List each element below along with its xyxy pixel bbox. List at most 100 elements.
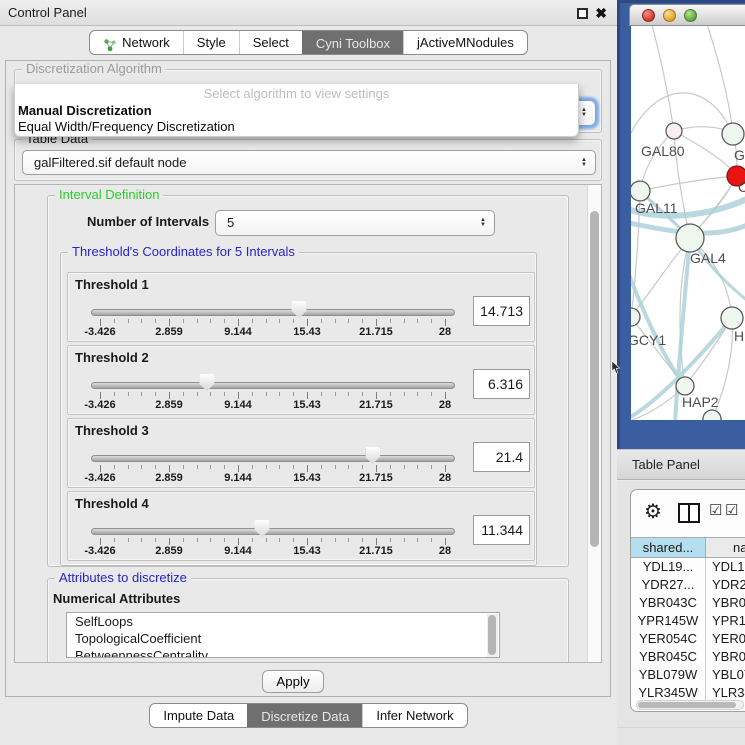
node[interactable] [703,410,721,420]
node-gal11[interactable] [631,181,650,201]
cell-name[interactable]: YDL19 [706,558,745,576]
table-row[interactable]: YBL079WYBL07 [631,666,745,684]
cell-shared-name[interactable]: YPR145W [631,612,706,630]
table-row[interactable]: YDR27...YDR27 [631,576,745,594]
cell-shared-name[interactable]: YDR27... [631,576,706,594]
network-view-window: GAL80 GAL11 GAL4 GCY1 HAP2 GA C H [617,0,745,449]
threshold-1-slider[interactable]: -3.426 2.859 9.144 15.43 21.715 28 [91,273,455,343]
columns-icon[interactable] [678,503,700,523]
tab-jactivemnodules[interactable]: jActiveMNodules [403,31,527,54]
cell-shared-name[interactable]: YBR043C [631,594,706,612]
cell-shared-name[interactable]: YBL079W [631,666,706,684]
threshold-2-value-field[interactable]: 6.316 [473,369,530,399]
tab-style[interactable]: Style [183,31,239,54]
cell-shared-name[interactable]: YER054C [631,630,706,648]
numerical-attributes-list[interactable]: SelfLoops TopologicalCoefficient Between… [66,612,500,658]
checkbox-icon[interactable]: ☑ [709,501,722,519]
network-window-titlebar[interactable] [629,4,745,26]
cell-shared-name[interactable]: YBR045C [631,648,706,666]
node-table-card: ⚙ ☑ ☑ shared... name YDL19...YDL19 YDR27… [630,489,745,712]
tick-label: 9.144 [224,472,252,484]
scrollbar-thumb[interactable] [638,702,736,708]
combo-arrows-icon: ▲▼ [480,218,486,228]
cell-name[interactable]: YBL07 [706,666,745,684]
tick-label: 21.715 [359,545,393,557]
node[interactable] [722,123,744,145]
threshold-3-value-field[interactable]: 21.4 [473,442,530,472]
table-horizontal-scrollbar[interactable] [636,700,744,710]
list-scrollbar[interactable] [487,614,498,658]
tick-label: 2.859 [155,326,183,338]
cell-name[interactable]: YDR27 [706,576,745,594]
slider-tick-labels: -3.426 2.859 9.144 15.43 21.715 28 [91,545,455,559]
node-hap2[interactable] [676,377,694,395]
tab-infer-network[interactable]: Infer Network [362,704,466,727]
gear-icon[interactable]: ⚙ [644,500,662,524]
tab-discretize-data[interactable]: Discretize Data [247,703,362,728]
zoom-traffic-light[interactable] [684,9,697,22]
tab-impute-data[interactable]: Impute Data [150,704,247,727]
threshold-3-slider[interactable]: -3.426 2.859 9.144 15.43 21.715 28 [91,419,455,489]
table-row[interactable]: YBR045CYBR04 [631,648,745,666]
screen: Control Panel ✖ Network [0,0,745,745]
table-header-row: shared... name [631,537,745,558]
apply-button[interactable]: Apply [262,670,324,693]
tick-label: 21.715 [359,399,393,411]
table-data-group: Table Data galFiltered.sif default node … [14,139,602,181]
attributes-group: Attributes to discretize Numerical Attri… [47,578,569,663]
tick-label: 21.715 [359,326,393,338]
number-of-intervals-label: Number of Intervals [87,214,209,229]
close-traffic-light[interactable] [642,9,655,22]
number-of-intervals-combobox[interactable]: 5 ▲▼ [215,210,495,236]
table-data-combobox[interactable]: galFiltered.sif default node ▲▼ [22,150,596,175]
checkbox-icon[interactable]: ☑ [725,501,738,519]
cell-name[interactable]: YBR04 [706,594,745,612]
tick-label: 15.43 [293,472,321,484]
slider-rail [91,382,455,389]
node-label-gal11: GAL11 [635,200,678,216]
column-header-name[interactable]: name [706,538,745,557]
dropdown-option-equal-width-frequency[interactable]: Equal Width/Frequency Discretization [15,119,578,135]
tab-network[interactable]: Network [90,31,183,54]
tab-select[interactable]: Select [239,31,302,54]
interval-definition-title: Interval Definition [55,188,163,202]
cell-name[interactable]: YBR04 [706,648,745,666]
tab-select-label: Select [253,31,289,54]
settings-vertical-scrollbar[interactable] [587,185,601,662]
dropdown-option-manual-discretization[interactable]: Manual Discretization [15,103,578,119]
scrollbar-thumb[interactable] [590,211,599,547]
close-icon[interactable]: ✖ [595,4,607,22]
node[interactable] [721,307,743,329]
node-gal80[interactable] [666,123,682,139]
table-row[interactable]: YDL19...YDL19 [631,558,745,576]
node-gal4[interactable] [676,224,704,252]
tab-jactivemnodules-label: jActiveMNodules [417,31,514,54]
table-row[interactable]: YER054CYER05 [631,630,745,648]
panel-title: Control Panel [8,0,87,26]
float-window-icon[interactable] [577,8,588,19]
tab-cyni-toolbox[interactable]: Cyni Toolbox [302,30,403,55]
threshold-1-value-field[interactable]: 14.713 [473,296,530,326]
table-row[interactable]: YPR145WYPR14 [631,612,745,630]
list-item[interactable]: SelfLoops [67,613,499,630]
minimize-traffic-light[interactable] [663,9,676,22]
tick-label: 15.43 [293,326,321,338]
table-row[interactable]: YBR043CYBR04 [631,594,745,612]
list-item[interactable]: BetweennessCentrality [67,647,499,658]
node-label-gal4: GAL4 [690,250,726,266]
cell-shared-name[interactable]: YDL19... [631,558,706,576]
cell-name[interactable]: YER05 [706,630,745,648]
node-gcy1[interactable] [631,308,640,326]
tick-label: 9.144 [224,399,252,411]
cell-name[interactable]: YPR14 [706,612,745,630]
threshold-4-slider[interactable]: -3.426 2.859 9.144 15.43 21.715 28 [91,492,455,562]
threshold-2-slider[interactable]: -3.426 2.859 9.144 15.43 21.715 28 [91,346,455,416]
column-header-shared-name[interactable]: shared... [631,538,706,557]
threshold-1-panel: Threshold 1 -3.426 2.859 9.144 15.43 [67,272,535,342]
numerical-attributes-label: Numerical Attributes [53,591,180,606]
settings-scroll-panel: Interval Definition Number of Intervals … [14,184,602,663]
network-canvas[interactable]: GAL80 GAL11 GAL4 GCY1 HAP2 GA C H [631,26,745,420]
slider-tick-labels: -3.426 2.859 9.144 15.43 21.715 28 [91,472,455,486]
threshold-4-value-field[interactable]: 11.344 [473,515,530,545]
list-item[interactable]: TopologicalCoefficient [67,630,499,647]
